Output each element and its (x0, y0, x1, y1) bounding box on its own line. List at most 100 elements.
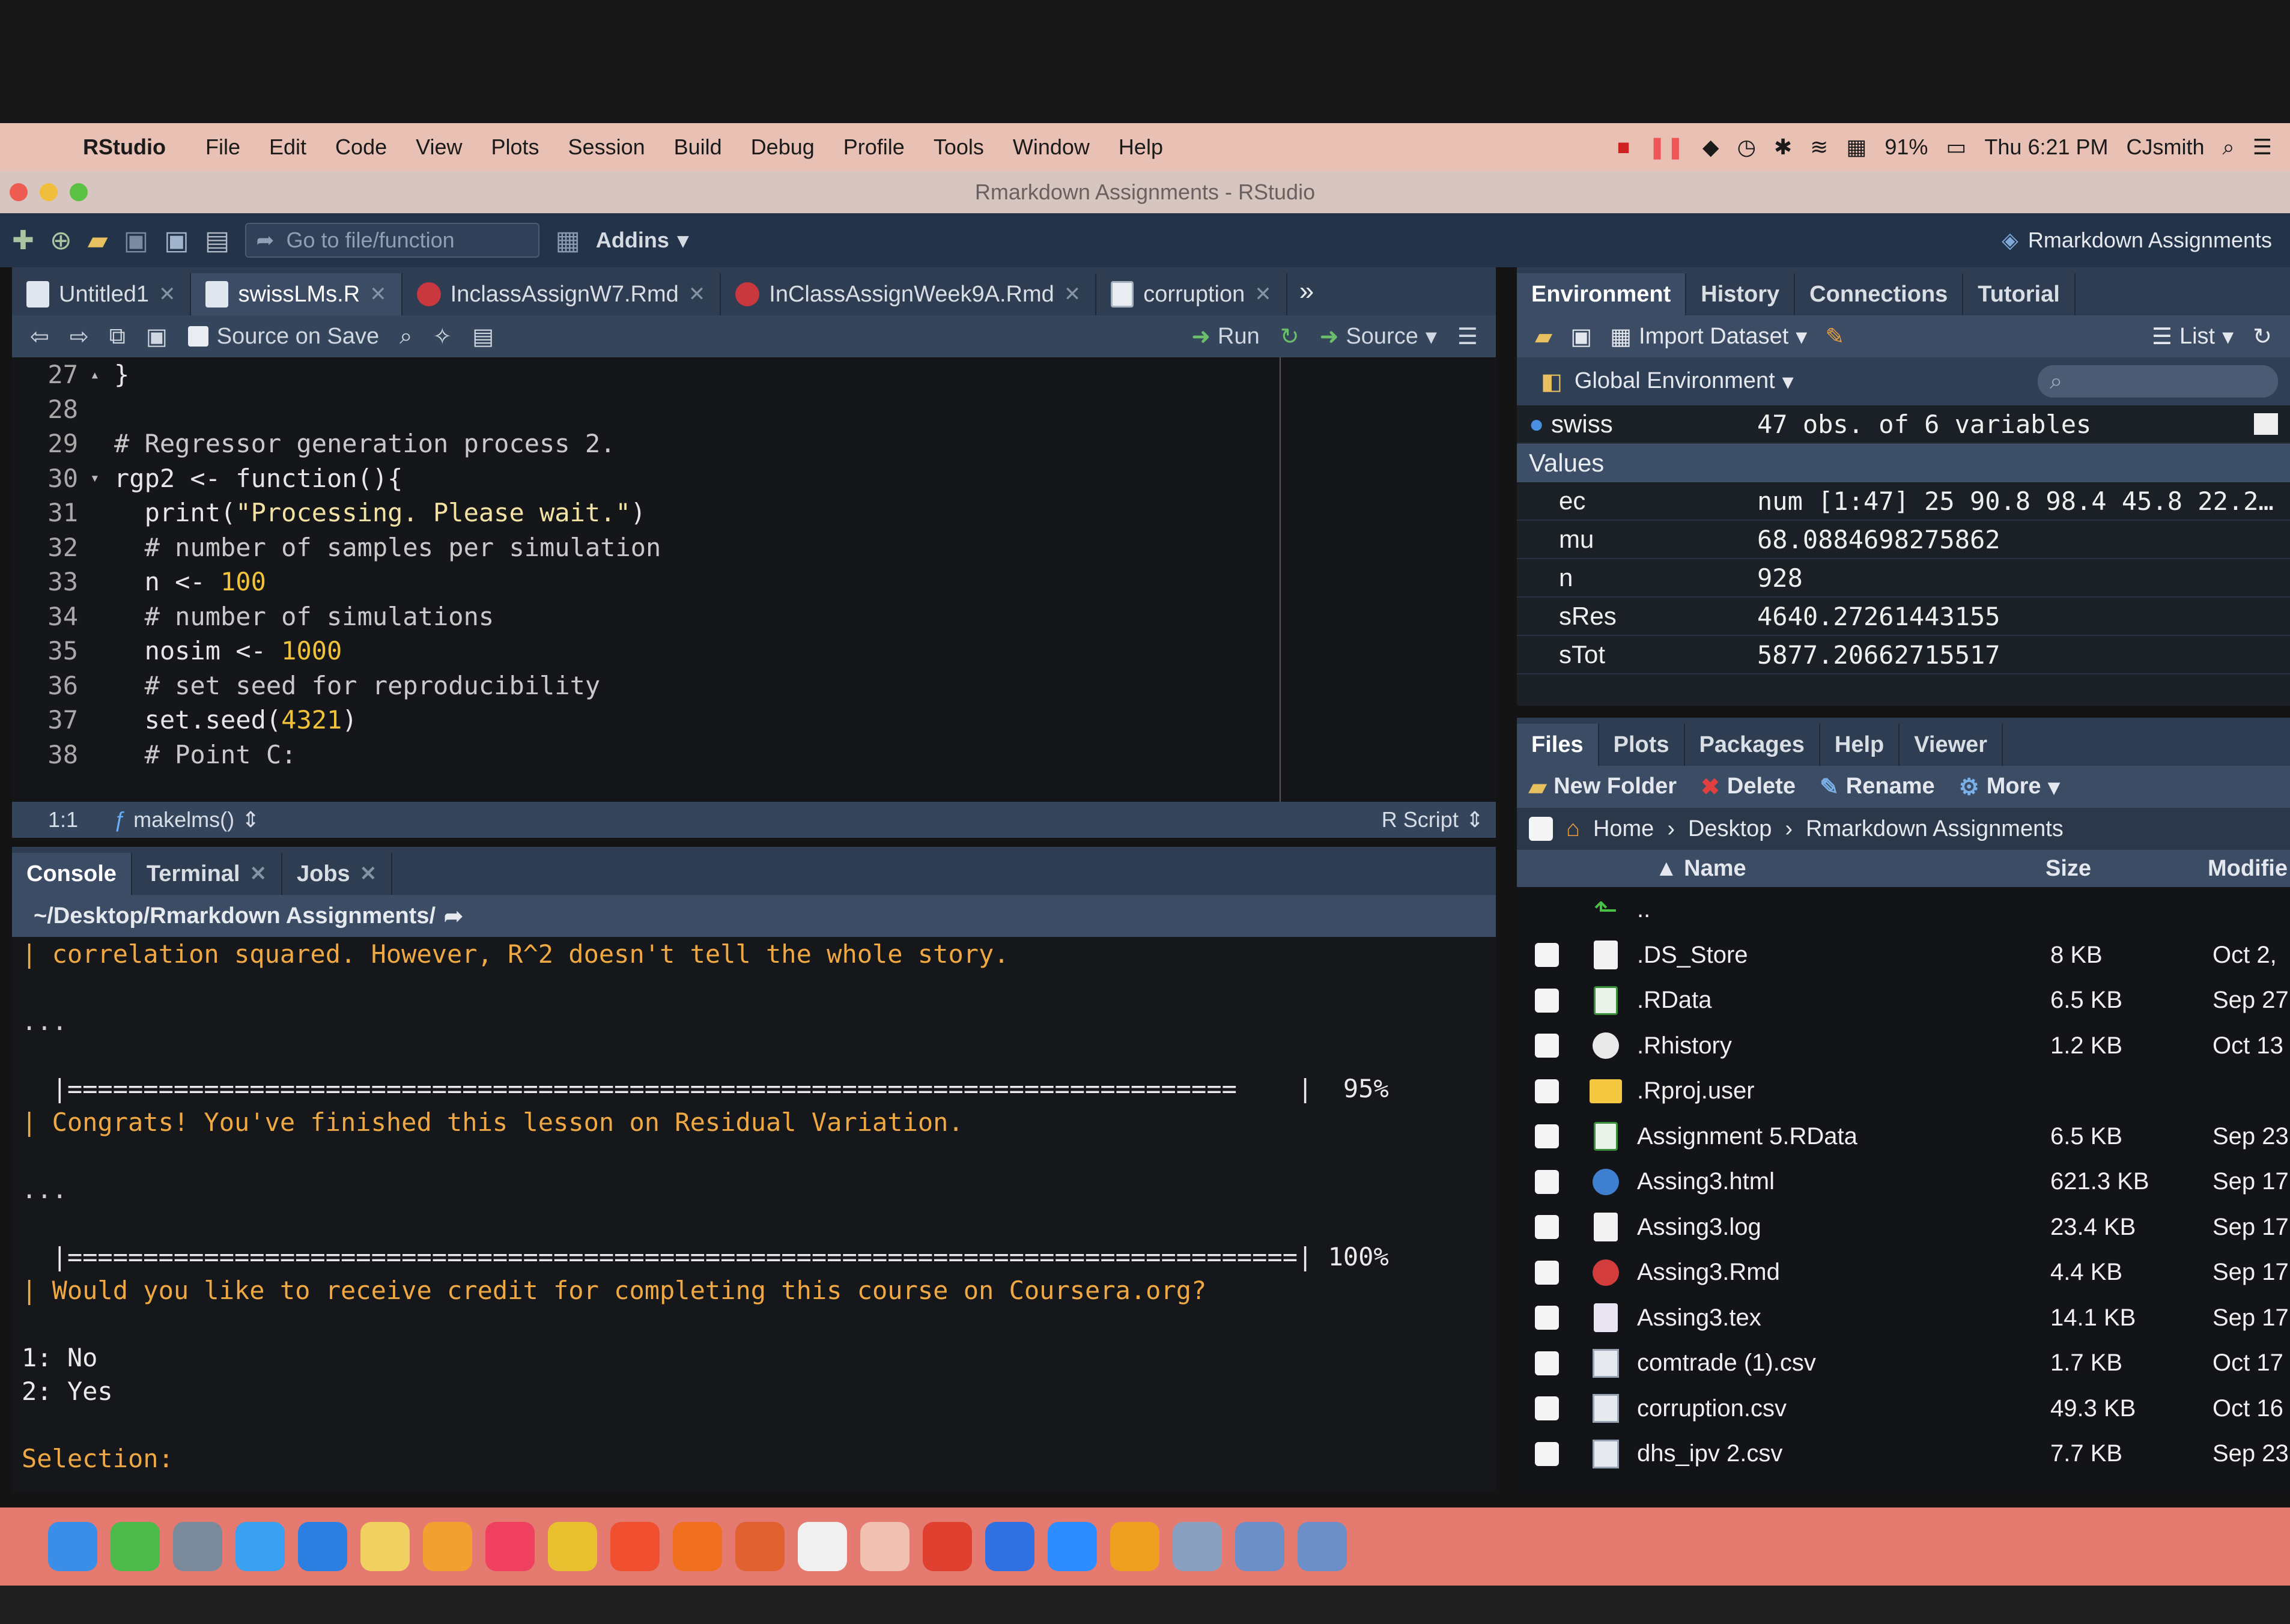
console-output[interactable]: | correlation squared. However, R^2 does… (12, 937, 1496, 1475)
compile-report-icon[interactable]: ▤ (472, 323, 494, 350)
rstudio-icon[interactable] (1235, 1522, 1284, 1571)
notification-center-icon[interactable]: ☰ (2253, 135, 2272, 160)
file-row[interactable]: Assignment 5.RData 6.5 KB Sep 23 (1517, 1114, 2290, 1160)
textedit-icon[interactable] (798, 1522, 847, 1571)
file-name[interactable]: Assignment 5.RData (1637, 1123, 2050, 1150)
tab-plots[interactable]: Plots (1599, 724, 1685, 766)
wifi-icon[interactable]: ≋ (1810, 135, 1828, 160)
menu-code[interactable]: Code (321, 135, 401, 160)
file-checkbox[interactable] (1535, 1260, 1559, 1285)
rename-button[interactable]: ✎ Rename (1820, 774, 1935, 801)
source-tab[interactable]: swissLMs.R ✕ (191, 273, 402, 315)
file-row[interactable]: Assing3.tex 14.1 KB Sep 17 (1517, 1295, 2290, 1341)
firefox-icon[interactable] (673, 1522, 722, 1571)
magic-wand-icon[interactable]: ✧ (433, 323, 452, 350)
env-value-row[interactable]: sRes 4640.27261443155 (1517, 598, 2290, 636)
save-file-icon[interactable]: ▣ (146, 323, 168, 350)
view-data-icon[interactable] (2254, 413, 2278, 435)
expand-icon[interactable]: ● (1529, 410, 1551, 438)
menu-edit[interactable]: Edit (255, 135, 321, 160)
photos-icon[interactable] (423, 1522, 472, 1571)
flag-icon[interactable]: ▦ (1846, 135, 1866, 160)
clock[interactable]: Thu 6:21 PM (1984, 135, 2108, 160)
fold-toggle-icon[interactable]: ▾ (90, 469, 114, 487)
source-button[interactable]: ➜ Source ▾ (1320, 323, 1437, 350)
tab-connections[interactable]: Connections (1795, 273, 1964, 315)
rerun-icon[interactable]: ↻ (1280, 323, 1299, 350)
column-name[interactable]: ▲ Name (1517, 856, 2046, 882)
menu-window[interactable]: Window (998, 135, 1104, 160)
file-checkbox[interactable] (1535, 943, 1559, 968)
parent-dir-row[interactable]: ⬑ .. (1517, 887, 2290, 933)
environment-scope-selector[interactable]: Global Environment ▾ (1575, 368, 1794, 395)
tab-console[interactable]: Console (12, 853, 132, 895)
print-icon[interactable]: ▤ (205, 225, 230, 256)
column-size[interactable]: Size (2046, 856, 2208, 882)
launchpad-icon[interactable] (173, 1522, 222, 1571)
close-icon[interactable]: ✕ (249, 862, 267, 886)
rstudio-icon-2[interactable] (1298, 1522, 1347, 1571)
file-checkbox[interactable] (1535, 1124, 1559, 1149)
battery-icon[interactable]: ▭ (1946, 135, 1966, 160)
file-name[interactable]: .DS_Store (1637, 942, 2050, 969)
close-icon[interactable]: ✕ (360, 862, 377, 886)
menu-app-name[interactable]: RStudio (66, 135, 191, 160)
breadcrumb-desktop[interactable]: Desktop (1688, 816, 1772, 842)
close-icon[interactable]: ✕ (159, 282, 176, 306)
broom-icon[interactable]: ✎ (1825, 323, 1844, 350)
menu-help[interactable]: Help (1104, 135, 1177, 160)
delete-button[interactable]: ✖ Delete (1701, 774, 1796, 801)
file-name[interactable]: comtrade (1).csv (1637, 1350, 2050, 1377)
user-name[interactable]: CJsmith (2127, 135, 2205, 160)
file-name[interactable]: corruption.csv (1637, 1395, 2050, 1422)
file-name[interactable]: Assing3.html (1637, 1168, 2050, 1195)
pause-icon[interactable]: ❚❚ (1648, 135, 1684, 160)
menu-file[interactable]: File (191, 135, 255, 160)
tab-packages[interactable]: Packages (1685, 724, 1820, 766)
file-checkbox[interactable] (1535, 1034, 1559, 1058)
close-window-icon[interactable] (10, 183, 28, 201)
env-value-row[interactable]: sTot 5877.20662715517 (1517, 636, 2290, 674)
file-row[interactable]: comtrade (1).csv 1.7 KB Oct 17 (1517, 1341, 2290, 1386)
run-button[interactable]: ➜ Run (1191, 323, 1260, 350)
file-row[interactable]: corruption.csv 49.3 KB Oct 16 (1517, 1386, 2290, 1432)
refresh-icon[interactable]: ↻ (2253, 323, 2272, 350)
env-data-row[interactable]: ● swiss 47 obs. of 6 variables (1517, 405, 2290, 444)
function-navigator[interactable]: ƒ makelms() ⇕ (114, 807, 260, 832)
code-editor[interactable]: 27 ▴} 28 29 # Regressor generation process 2… (12, 357, 1496, 802)
minimize-window-icon[interactable] (40, 183, 58, 201)
tab-terminal[interactable]: Terminal ✕ (132, 853, 282, 895)
spotlight-icon[interactable]: ⌕ (2223, 135, 2235, 160)
home-icon[interactable]: ⌂ (1566, 816, 1580, 842)
fold-toggle-icon[interactable]: ▴ (90, 366, 114, 384)
file-checkbox[interactable] (1535, 1079, 1559, 1103)
books-icon[interactable] (1110, 1522, 1159, 1571)
breadcrumb-current[interactable]: Rmarkdown Assignments (1806, 816, 2064, 842)
open-file-icon[interactable]: ▰ (88, 225, 108, 256)
go-to-file-input[interactable]: ➦ Go to file/function (245, 223, 540, 258)
music-icon[interactable] (485, 1522, 535, 1571)
file-checkbox[interactable] (1535, 1396, 1559, 1421)
file-type-selector[interactable]: R Script ⇕ (1382, 807, 1484, 832)
dropbox-icon[interactable]: ◆ (1702, 135, 1719, 160)
zoom-window-icon[interactable] (70, 183, 88, 201)
menu-build[interactable]: Build (660, 135, 737, 160)
file-checkbox[interactable] (1535, 988, 1559, 1013)
close-icon[interactable]: ✕ (688, 282, 706, 306)
more-tabs-icon[interactable]: » (1287, 276, 1326, 306)
file-checkbox[interactable] (1535, 1351, 1559, 1375)
time-machine-icon[interactable]: ◷ (1737, 135, 1756, 160)
save-all-icon[interactable]: ▣ (164, 225, 189, 256)
screen-record-icon[interactable]: ■ (1617, 135, 1630, 160)
close-icon[interactable]: ✕ (1064, 282, 1081, 306)
finder-icon[interactable] (48, 1522, 97, 1571)
file-name[interactable]: .RData (1637, 987, 2050, 1014)
back-icon[interactable]: ⇦ (30, 323, 49, 350)
windows-icon[interactable] (985, 1522, 1034, 1571)
load-workspace-icon[interactable]: ▰ (1535, 323, 1552, 350)
menu-view[interactable]: View (401, 135, 476, 160)
menu-debug[interactable]: Debug (737, 135, 829, 160)
file-name[interactable]: Assing3.Rmd (1637, 1259, 2050, 1286)
powerpoint-icon[interactable] (923, 1522, 972, 1571)
environment-search-input[interactable]: ⌕ (2038, 365, 2278, 398)
